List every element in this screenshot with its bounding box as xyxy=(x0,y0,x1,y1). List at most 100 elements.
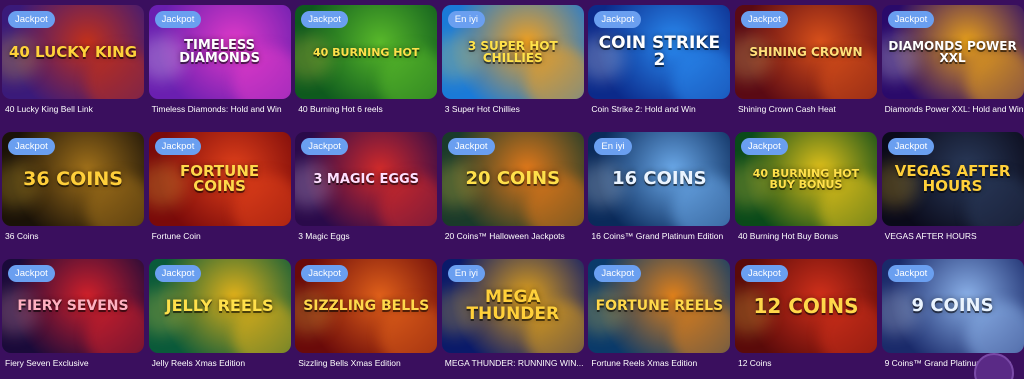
game-card[interactable]: Vegas After Hours Jackpot VEGAS AFTER HOUR… xyxy=(881,132,1024,248)
new-badge: En iyi xyxy=(594,138,632,155)
new-badge: En iyi xyxy=(447,265,486,282)
game-card[interactable]: Timeless Diamonds Jackpot Timeless Diamond… xyxy=(148,5,291,121)
game-name[interactable]: 3 Super Hot Chillies xyxy=(442,104,584,115)
game-card[interactable]: Fortune Reels Jackpot Fortune Reels Xmas E… xyxy=(588,259,731,375)
game-artwork-title: Coin Strike 2 xyxy=(598,33,721,70)
game-name[interactable]: 40 Burning Hot Buy Bonus xyxy=(735,231,877,242)
game-artwork-title: 9 Coins xyxy=(911,295,994,316)
jackpot-badge: Jackpot xyxy=(887,265,935,282)
game-name[interactable]: 40 Burning Hot 6 reels xyxy=(295,104,437,115)
game-artwork-title: Vegas After Hours xyxy=(894,162,1011,195)
game-name[interactable]: Coin Strike 2: Hold and Win xyxy=(588,104,730,115)
game-artwork-title: 3 Super Hot Chillies xyxy=(467,39,558,65)
jackpot-badge: Jackpot xyxy=(8,265,55,282)
game-artwork-title: 40 Lucky King xyxy=(8,42,138,61)
game-name[interactable]: 40 Lucky King Bell Link xyxy=(2,104,144,115)
jackpot-badge: Jackpot xyxy=(740,138,788,155)
game-artwork-title: Fiery Sevens xyxy=(17,298,129,314)
game-name[interactable]: Diamonds Power XXL: Hold and Win xyxy=(882,104,1024,115)
game-grid: 40 Lucky King Jackpot 40 Lucky King Bell L… xyxy=(2,5,1024,375)
game-artwork-title: 20 Coins xyxy=(465,168,561,189)
game-thumbnail[interactable]: 3 Magic Eggs Jackpot xyxy=(295,132,438,226)
game-artwork-title: Sizzling Bells xyxy=(303,298,430,314)
jackpot-badge: Jackpot xyxy=(8,138,55,155)
game-name[interactable]: 36 Coins xyxy=(2,231,144,242)
game-thumbnail[interactable]: 40 Lucky King Jackpot xyxy=(2,5,144,99)
game-name[interactable]: Timeless Diamonds: Hold and Win xyxy=(149,104,291,115)
new-badge: En iyi xyxy=(447,11,486,28)
game-thumbnail[interactable]: Diamonds Power XXL Jackpot xyxy=(881,5,1024,99)
game-thumbnail[interactable]: Jelly Reels Jackpot xyxy=(148,259,291,353)
jackpot-badge: Jackpot xyxy=(301,138,348,155)
jackpot-badge: Jackpot xyxy=(154,265,202,282)
game-thumbnail[interactable]: Fiery Sevens Jackpot xyxy=(2,259,144,353)
game-name[interactable]: Fortune Reels Xmas Edition xyxy=(588,358,730,369)
game-artwork-title: Fortune Reels xyxy=(595,298,724,314)
game-name[interactable]: 12 Coins xyxy=(735,358,877,369)
game-thumbnail[interactable]: 9 Coins Jackpot xyxy=(881,259,1024,353)
game-thumbnail[interactable]: Coin Strike 2 Jackpot xyxy=(588,5,731,99)
game-artwork-title: Jelly Reels xyxy=(165,296,274,315)
game-artwork-title: 40 Burning Hot xyxy=(313,45,420,59)
game-artwork-title: Mega Thunder xyxy=(466,287,560,324)
game-thumbnail[interactable]: 36 Coins Jackpot xyxy=(2,132,144,226)
game-artwork-title: Timeless Diamonds xyxy=(179,38,260,66)
game-card[interactable]: 40 Burning Hot Jackpot 40 Burning Hot 6 re… xyxy=(295,5,438,121)
game-card[interactable]: 40 Lucky King Jackpot 40 Lucky King Bell L… xyxy=(2,5,144,121)
game-thumbnail[interactable]: 3 Super Hot Chillies En iyi xyxy=(441,5,584,99)
game-name[interactable]: Shining Crown Cash Heat xyxy=(735,104,877,115)
game-thumbnail[interactable]: Timeless Diamonds Jackpot xyxy=(148,5,291,99)
game-card[interactable]: Shining Crown Jackpot Shining Crown Cash H… xyxy=(734,5,877,121)
game-card[interactable]: Coin Strike 2 Jackpot Coin Strike 2: Hold … xyxy=(588,5,731,121)
game-card[interactable]: 16 Coins En iyi 16 Coins™ Grand Platinum E… xyxy=(588,132,731,248)
game-name[interactable]: Fortune Coin xyxy=(149,231,291,242)
jackpot-badge: Jackpot xyxy=(594,11,642,28)
game-artwork-title: 3 Magic Eggs xyxy=(313,171,420,187)
game-thumbnail[interactable]: Mega Thunder En iyi xyxy=(441,259,584,353)
jackpot-badge: Jackpot xyxy=(887,138,935,155)
game-name[interactable]: Sizzling Bells Xmas Edition xyxy=(295,358,437,369)
game-card[interactable]: 36 Coins Jackpot 36 Coins xyxy=(2,132,144,248)
jackpot-badge: Jackpot xyxy=(301,11,348,28)
game-thumbnail[interactable]: 40 Burning Hot Buy Bonus Jackpot xyxy=(734,132,877,226)
game-artwork-title: Shining Crown xyxy=(749,45,863,59)
game-name[interactable]: VEGAS AFTER HOURS xyxy=(882,231,1024,242)
game-thumbnail[interactable]: Fortune Coins Jackpot xyxy=(148,132,291,226)
game-card[interactable]: Diamonds Power XXL Jackpot Diamonds Power … xyxy=(881,5,1024,121)
game-name[interactable]: MEGA THUNDER: RUNNING WIN... xyxy=(442,358,584,369)
game-card[interactable]: 3 Magic Eggs Jackpot 3 Magic Eggs xyxy=(295,132,438,248)
jackpot-badge: Jackpot xyxy=(447,138,495,155)
game-card[interactable]: Fortune Coins Jackpot Fortune Coin xyxy=(148,132,291,248)
game-card[interactable]: 20 Coins Jackpot 20 Coins™ Halloween Jackp… xyxy=(441,132,584,248)
game-name[interactable]: Fiery Seven Exclusive xyxy=(2,358,144,369)
game-artwork-title: 36 Coins xyxy=(23,167,123,190)
jackpot-badge: Jackpot xyxy=(594,265,642,282)
game-name[interactable]: Jelly Reels Xmas Edition xyxy=(149,358,291,369)
game-thumbnail[interactable]: 12 Coins Jackpot xyxy=(734,259,877,353)
game-artwork-title: Fortune Coins xyxy=(180,162,260,195)
game-thumbnail[interactable]: 16 Coins En iyi xyxy=(588,132,731,226)
game-thumbnail[interactable]: 20 Coins Jackpot xyxy=(441,132,584,226)
game-card[interactable]: Jelly Reels Jackpot Jelly Reels Xmas Editi… xyxy=(148,259,291,375)
jackpot-badge: Jackpot xyxy=(740,11,788,28)
game-card[interactable]: 3 Super Hot Chillies En iyi 3 Super Hot Ch… xyxy=(441,5,584,121)
game-card[interactable]: Sizzling Bells Jackpot Sizzling Bells Xmas… xyxy=(295,259,438,375)
jackpot-badge: Jackpot xyxy=(8,11,55,28)
game-name[interactable]: 20 Coins™ Halloween Jackpots xyxy=(442,231,584,242)
game-name[interactable]: 3 Magic Eggs xyxy=(295,231,437,242)
game-card[interactable]: Fiery Sevens Jackpot Fiery Seven Exclusive xyxy=(2,259,144,375)
game-name[interactable]: 16 Coins™ Grand Platinum Edition xyxy=(588,231,730,242)
game-card[interactable]: Mega Thunder En iyi MEGA THUNDER: RUNNING … xyxy=(441,259,584,375)
game-card[interactable]: 12 Coins Jackpot 12 Coins xyxy=(734,259,877,375)
game-artwork-title: 16 Coins xyxy=(612,168,707,189)
jackpot-badge: Jackpot xyxy=(301,265,348,282)
jackpot-badge: Jackpot xyxy=(154,11,202,28)
game-thumbnail[interactable]: Shining Crown Jackpot xyxy=(734,5,877,99)
game-thumbnail[interactable]: Fortune Reels Jackpot xyxy=(588,259,731,353)
game-thumbnail[interactable]: Vegas After Hours Jackpot xyxy=(881,132,1024,226)
jackpot-badge: Jackpot xyxy=(154,138,202,155)
game-card[interactable]: 40 Burning Hot Buy Bonus Jackpot 40 Burnin… xyxy=(734,132,877,248)
jackpot-badge: Jackpot xyxy=(740,265,788,282)
game-thumbnail[interactable]: Sizzling Bells Jackpot xyxy=(295,259,438,353)
game-thumbnail[interactable]: 40 Burning Hot Jackpot xyxy=(295,5,438,99)
